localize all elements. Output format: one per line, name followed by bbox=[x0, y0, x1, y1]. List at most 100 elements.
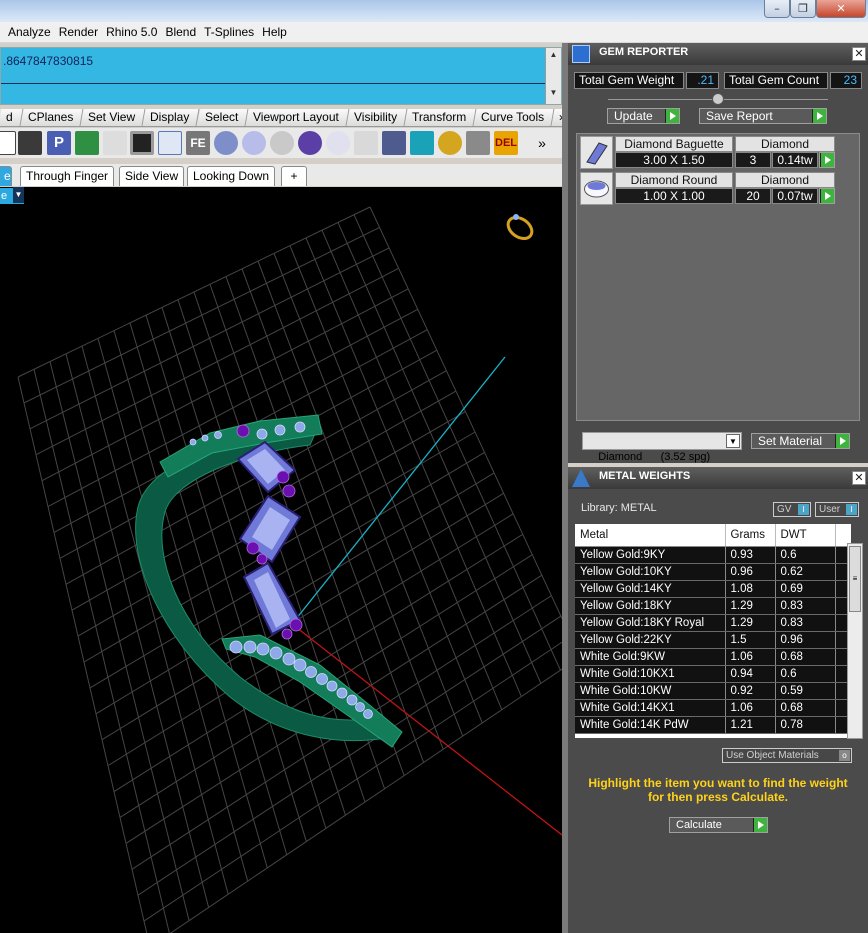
metal-row[interactable]: Yellow Gold:9KY 0.93 0.6 bbox=[575, 546, 851, 564]
user-toggle[interactable]: User I bbox=[815, 502, 859, 517]
metal-name: White Gold:10KW bbox=[575, 682, 726, 700]
tab-viewport-layout[interactable]: Viewport Layout bbox=[245, 109, 350, 126]
chevron-down-icon[interactable]: ▼ bbox=[726, 434, 740, 448]
cube-icon[interactable] bbox=[410, 131, 434, 155]
gv-toggle[interactable]: GV I bbox=[773, 502, 811, 517]
scroll-down-icon[interactable]: ▼ bbox=[546, 86, 561, 100]
metal-row[interactable]: White Gold:10KX1 0.94 0.6 bbox=[575, 665, 851, 683]
update-button[interactable]: Update bbox=[607, 108, 680, 124]
metal-grams: 1.29 bbox=[725, 614, 776, 632]
tab-through-finger[interactable]: Through Finger bbox=[20, 166, 115, 186]
tab-viewport-active[interactable]: e bbox=[0, 166, 12, 186]
close-icon[interactable]: ✕ bbox=[852, 471, 866, 485]
save-report-button[interactable]: Save Report bbox=[699, 108, 827, 124]
tab-transform[interactable]: Transform bbox=[404, 109, 477, 126]
menu-render[interactable]: Render bbox=[55, 22, 102, 43]
metal-row[interactable]: White Gold:9KW 1.06 0.68 bbox=[575, 648, 851, 666]
metal-row[interactable]: Yellow Gold:10KY 0.96 0.62 bbox=[575, 563, 851, 581]
save-icon[interactable] bbox=[382, 131, 406, 155]
gem-detail-button[interactable] bbox=[819, 152, 835, 168]
gem-row[interactable]: Diamond Round Diamond 1.00 X 1.00 20 0.0… bbox=[579, 172, 839, 206]
tab-looking-down[interactable]: Looking Down bbox=[187, 166, 276, 186]
metal-row[interactable]: White Gold:10KW 0.92 0.59 bbox=[575, 682, 851, 700]
3d-viewport[interactable]: e ▼ bbox=[0, 187, 562, 933]
column-header-grams[interactable]: Grams bbox=[725, 524, 776, 547]
rotate-icon[interactable] bbox=[0, 131, 16, 155]
viewport-scene[interactable] bbox=[0, 187, 562, 933]
surface-icon[interactable] bbox=[75, 131, 99, 155]
ring-preview-icon[interactable] bbox=[500, 208, 540, 244]
metal-grams: 0.92 bbox=[725, 682, 776, 700]
metal-row[interactable]: Yellow Gold:22KY 1.5 0.96 bbox=[575, 631, 851, 649]
command-scrollbar[interactable]: ▲ ▼ bbox=[545, 48, 561, 104]
grid-line bbox=[17, 376, 148, 933]
tab-display[interactable]: Display bbox=[142, 109, 201, 126]
tab-d[interactable]: d bbox=[0, 109, 24, 126]
tab-set-view[interactable]: Set View bbox=[80, 109, 146, 126]
metal-row[interactable]: Yellow Gold:18KY 1.29 0.83 bbox=[575, 597, 851, 615]
tab-curve-tools[interactable]: Curve Tools bbox=[473, 109, 555, 126]
cog-icon[interactable] bbox=[438, 131, 462, 155]
command-prompt-divider bbox=[1, 83, 545, 84]
add-viewport-tab-button[interactable]: + bbox=[281, 166, 307, 186]
menu-help[interactable]: Help bbox=[258, 22, 291, 43]
metal-name: White Gold:10KX1 bbox=[575, 665, 726, 683]
section-icon[interactable] bbox=[242, 131, 266, 155]
metal-row[interactable]: White Gold:14K PdW 1.21 0.78 bbox=[575, 716, 851, 734]
gumball-icon[interactable] bbox=[103, 131, 127, 155]
tab-cplanes[interactable]: CPlanes bbox=[20, 109, 84, 126]
command-history[interactable]: .8647847830815 ▲ ▼ bbox=[0, 47, 562, 105]
select-target-icon[interactable] bbox=[158, 131, 182, 155]
scroll-thumb[interactable]: ≡ bbox=[849, 546, 861, 612]
total-gem-count-label: Total Gem Count bbox=[724, 72, 828, 89]
close-button[interactable]: ✕ bbox=[816, 0, 866, 18]
metal-dwt: 0.62 bbox=[775, 563, 836, 581]
metal-row[interactable]: White Gold:14KX1 1.06 0.68 bbox=[575, 699, 851, 717]
metal-dwt: 0.68 bbox=[775, 699, 836, 717]
close-icon[interactable]: ✕ bbox=[852, 47, 866, 61]
tab-visibility[interactable]: Visibility bbox=[346, 109, 408, 126]
more-tools-icon[interactable]: » bbox=[530, 131, 554, 155]
column-header-dwt[interactable]: DWT bbox=[775, 524, 836, 547]
gear-settings-icon[interactable] bbox=[18, 131, 42, 155]
toggle-off-icon: o bbox=[839, 750, 850, 761]
fe-icon[interactable]: FE bbox=[186, 131, 210, 155]
tab-overflow[interactable]: » bbox=[551, 109, 562, 126]
report-slider-thumb[interactable] bbox=[712, 93, 724, 105]
metal-row[interactable]: Yellow Gold:18KY Royal 1.29 0.83 bbox=[575, 614, 851, 632]
align-icon[interactable] bbox=[270, 131, 294, 155]
mirror-icon[interactable] bbox=[214, 131, 238, 155]
trim-icon[interactable] bbox=[354, 131, 378, 155]
gem-detail-button[interactable] bbox=[819, 188, 835, 204]
calculate-button[interactable]: Calculate bbox=[669, 817, 768, 833]
plugin-p-icon[interactable]: P bbox=[47, 131, 71, 155]
grid-layout-icon[interactable] bbox=[466, 131, 490, 155]
metal-dwt: 0.83 bbox=[775, 597, 836, 615]
maximize-button[interactable]: ❐ bbox=[790, 0, 816, 18]
column-header-metal[interactable]: Metal bbox=[575, 524, 726, 547]
set-material-button[interactable]: Set Material bbox=[751, 433, 850, 449]
metal-name: White Gold:14K PdW bbox=[575, 716, 726, 734]
nodes-icon[interactable] bbox=[326, 131, 350, 155]
metal-grams: 1.5 bbox=[725, 631, 776, 649]
gem-row[interactable]: Diamond Baguette Diamond 3.00 X 1.50 3 0… bbox=[579, 136, 839, 170]
tab-side-view[interactable]: Side View bbox=[119, 166, 185, 186]
tab-select[interactable]: Select bbox=[197, 109, 249, 126]
cluster-icon[interactable] bbox=[298, 131, 322, 155]
monitor-icon[interactable] bbox=[130, 131, 154, 155]
delete-del-icon[interactable]: DEL bbox=[494, 131, 518, 155]
menu-blend[interactable]: Blend bbox=[161, 22, 200, 43]
menu-rhino[interactable]: Rhino 5.0 bbox=[102, 22, 161, 43]
menu-tsplines[interactable]: T-Splines bbox=[200, 22, 258, 43]
scroll-up-icon[interactable]: ▲ bbox=[546, 48, 561, 62]
viewport-menu-arrow-icon[interactable]: ▼ bbox=[13, 187, 24, 203]
menu-analyze[interactable]: Analyze bbox=[4, 22, 55, 43]
metal-grams: 1.21 bbox=[725, 716, 776, 734]
use-object-materials-toggle[interactable]: Use Object Materials o bbox=[722, 748, 852, 763]
metal-grams: 1.29 bbox=[725, 597, 776, 615]
metal-row[interactable]: Yellow Gold:14KY 1.08 0.69 bbox=[575, 580, 851, 598]
material-select[interactable]: Diamond (3.52 spg) ▼ bbox=[582, 432, 742, 463]
gem-name: Diamond Baguette bbox=[615, 136, 733, 152]
minimize-button[interactable]: – bbox=[764, 0, 790, 18]
metal-table-scrollbar[interactable]: ≡ bbox=[847, 543, 863, 739]
